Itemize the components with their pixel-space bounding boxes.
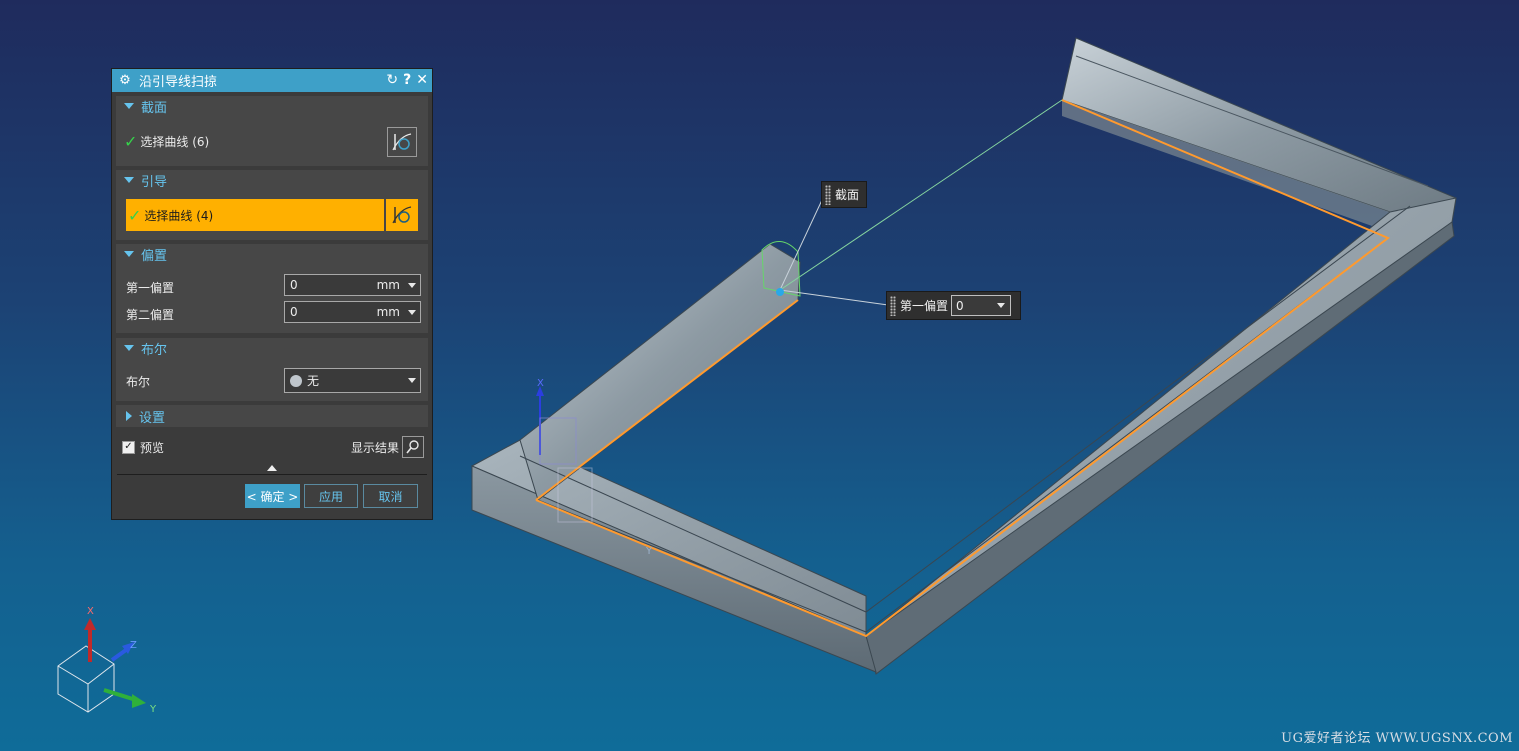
preview-row: ✓ 预览 显示结果: [122, 435, 424, 459]
settings-group[interactable]: 设置: [116, 405, 428, 427]
triad-y-label: Y: [149, 704, 157, 715]
dialog-title: 沿引导线扫掠: [139, 75, 218, 90]
settings-group-title: 设置: [139, 410, 166, 426]
offset-callout-label: 第一偏置: [900, 299, 949, 313]
guide-group: 引导 ✓ 选择曲线 (4): [116, 170, 428, 240]
help-icon[interactable]: ?: [403, 72, 411, 88]
boolean-group-title: 布尔: [141, 342, 168, 358]
show-result-label: 显示结果: [350, 440, 399, 455]
cancel-button[interactable]: 取消: [363, 484, 418, 508]
section-select-row[interactable]: ✓ 选择曲线 (6): [124, 132, 428, 151]
first-offset-unit: mm: [376, 278, 400, 292]
sweep-body[interactable]: [470, 37, 1457, 675]
first-offset-label: 第一偏置: [126, 281, 175, 295]
section-group-header[interactable]: 截面: [116, 96, 428, 116]
dialog-titlebar[interactable]: ⚙ 沿引导线扫掠 ↻ ? ✕: [112, 69, 432, 92]
guide-group-header[interactable]: 引导: [116, 170, 428, 190]
chevron-down-icon[interactable]: [408, 309, 416, 315]
magnifier-icon: [406, 440, 419, 454]
second-offset-input[interactable]: 0 mm: [284, 301, 421, 323]
boolean-value: 无: [307, 374, 320, 388]
section-group-title: 截面: [141, 100, 168, 116]
select-curve-button[interactable]: [387, 127, 417, 157]
guide-select-label: 选择曲线 (4): [144, 208, 214, 223]
select-guide-curve-button[interactable]: [386, 199, 418, 231]
sweep-along-guide-dialog: ⚙ 沿引导线扫掠 ↻ ? ✕ 截面 ✓ 选择曲线 (6) 引导 ✓ 选择曲线 (…: [111, 68, 433, 520]
ok-button[interactable]: < 确定 >: [245, 484, 300, 508]
second-offset-label: 第二偏置: [126, 308, 175, 322]
view-triad[interactable]: X Y Z: [57, 606, 157, 715]
boolean-group: 布尔 布尔 无: [116, 338, 428, 401]
curve-select-icon: [392, 206, 412, 224]
leader-section: [779, 199, 823, 291]
collapse-up-icon[interactable]: [267, 465, 277, 471]
section-group: 截面 ✓ 选择曲线 (6): [116, 96, 428, 166]
wcs-x-label: X: [537, 378, 544, 389]
check-icon: ✓: [124, 132, 138, 151]
offset-group-header[interactable]: 偏置: [116, 244, 428, 264]
curve-select-icon: [392, 133, 412, 151]
first-offset-input[interactable]: 0 mm: [284, 274, 421, 296]
offset-group-title: 偏置: [141, 248, 168, 264]
collapse-icon: [124, 345, 134, 351]
guide-select-row[interactable]: ✓ 选择曲线 (4): [126, 199, 384, 231]
offset-callout-input[interactable]: 0: [951, 295, 1012, 316]
offset-callout[interactable]: 第一偏置 0: [886, 291, 1021, 320]
section-select-label: 选择曲线 (6): [140, 135, 210, 149]
drag-grip-icon[interactable]: [890, 295, 896, 316]
wcs-y-label: Y: [645, 546, 653, 557]
boolean-none-icon: [290, 374, 302, 387]
boolean-label: 布尔: [126, 375, 151, 389]
collapse-icon: [124, 177, 134, 183]
check-icon: ✓: [128, 205, 142, 225]
chevron-down-icon[interactable]: [408, 282, 416, 288]
offset-callout-value: 0: [956, 298, 964, 313]
triad-x-label: X: [87, 606, 94, 617]
second-offset-value: 0: [290, 305, 298, 319]
offset-group: 偏置 第一偏置 0 mm 第二偏置 0 mm: [116, 244, 428, 333]
watermark: UG爱好者论坛 WWW.UGSNX.COM: [1281, 731, 1513, 746]
divider: [117, 474, 427, 475]
close-icon[interactable]: ✕: [416, 72, 428, 88]
apply-button[interactable]: 应用: [304, 484, 358, 508]
reset-icon[interactable]: ↻: [386, 72, 398, 88]
gear-icon: ⚙: [119, 73, 131, 88]
drag-grip-icon[interactable]: [825, 184, 831, 205]
preview-label: 预览: [140, 440, 165, 455]
chevron-down-icon[interactable]: [408, 378, 416, 383]
first-offset-value: 0: [290, 278, 298, 292]
collapse-icon: [124, 103, 134, 109]
settings-group-header[interactable]: 设置: [116, 405, 428, 427]
section-callout[interactable]: 截面: [821, 181, 867, 208]
boolean-group-header[interactable]: 布尔: [116, 338, 428, 358]
handle-point[interactable]: [776, 288, 784, 296]
collapse-icon: [124, 251, 134, 257]
chevron-down-icon: [997, 303, 1006, 308]
expand-icon: [126, 411, 132, 421]
triad-z-label: Z: [130, 640, 137, 651]
show-result-button[interactable]: [402, 436, 424, 458]
preview-checkbox[interactable]: ✓: [122, 440, 135, 454]
second-offset-unit: mm: [376, 305, 400, 319]
section-callout-label: 截面: [835, 188, 860, 202]
boolean-select[interactable]: 无: [284, 368, 421, 393]
guide-group-title: 引导: [141, 174, 168, 190]
